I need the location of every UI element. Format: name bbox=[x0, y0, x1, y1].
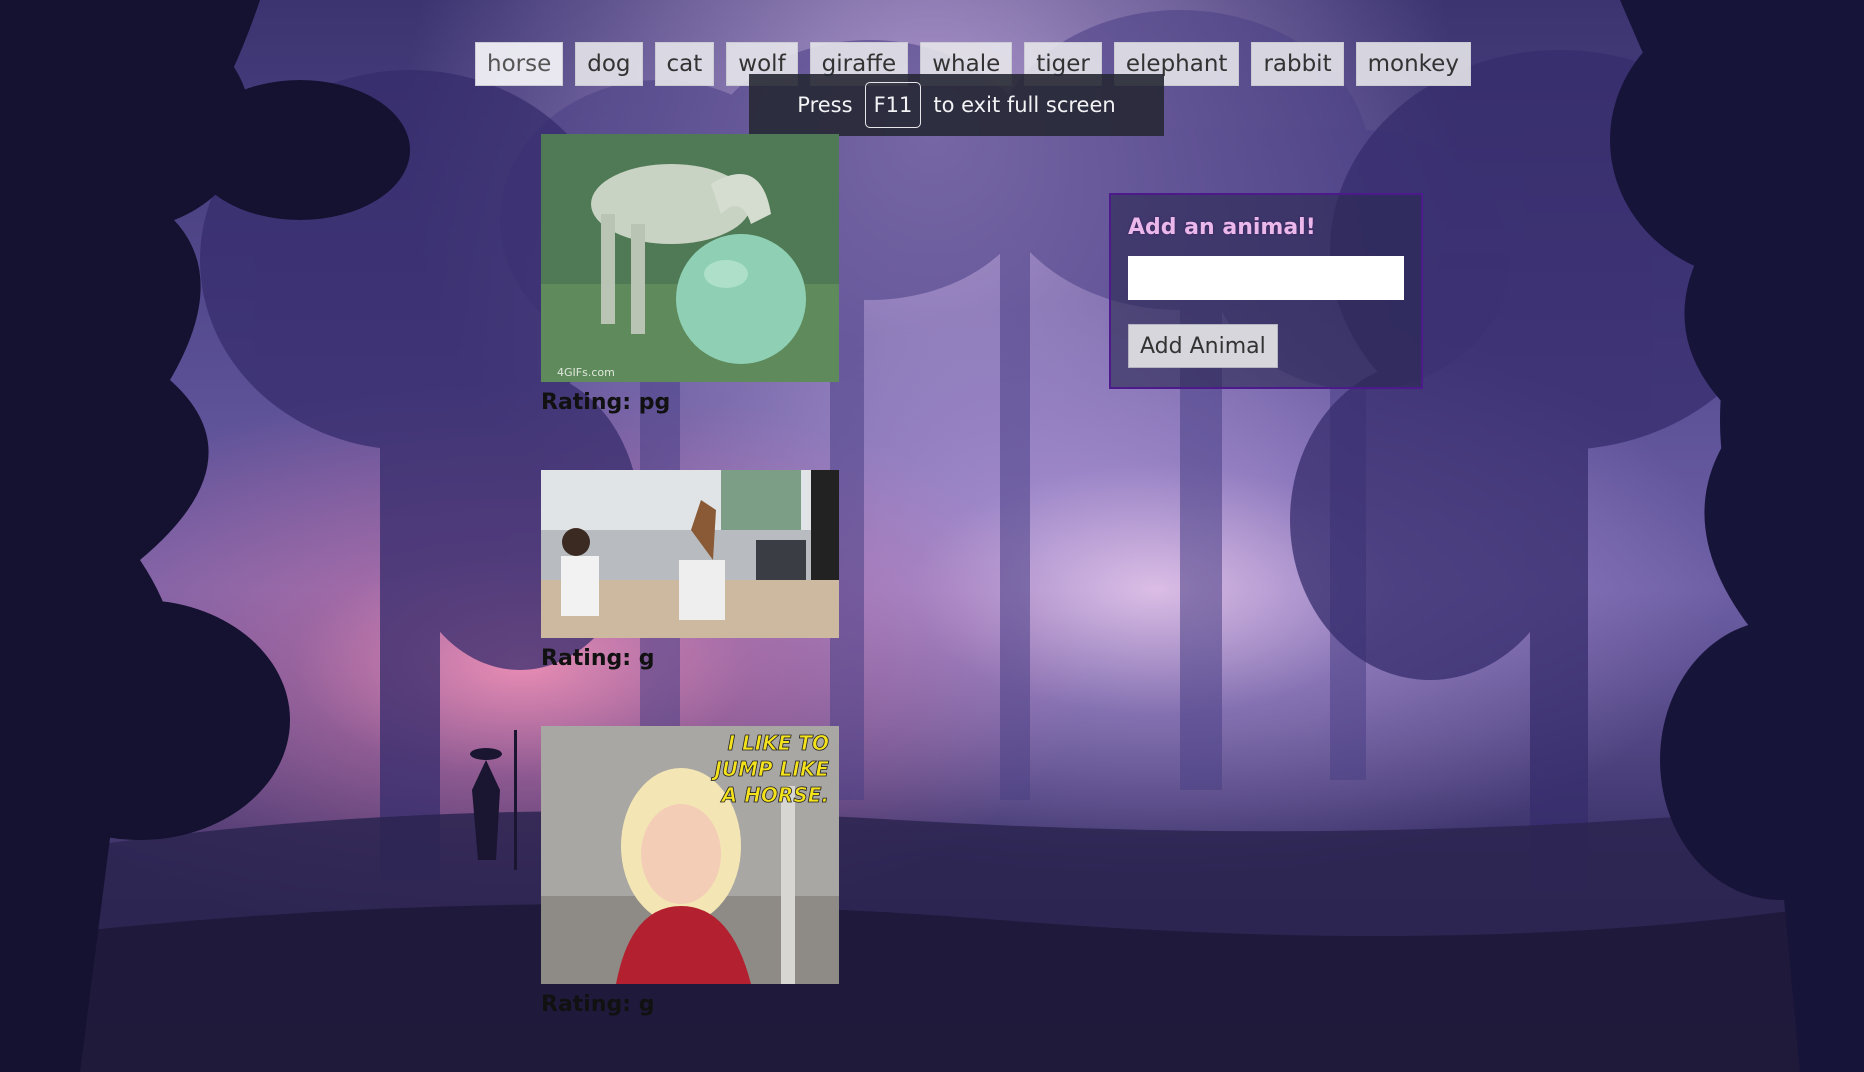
add-animal-form: Add an animal! Add Animal bbox=[1109, 193, 1423, 389]
gif-watermark: 4GIFs.com bbox=[557, 366, 615, 379]
animal-button-monkey[interactable]: monkey bbox=[1355, 42, 1471, 86]
animal-button-cat[interactable]: cat bbox=[654, 42, 715, 86]
horse-ball-gif[interactable]: 4GIFs.com bbox=[541, 134, 839, 382]
add-animal-title: Add an animal! bbox=[1128, 215, 1316, 240]
jump-like-horse-gif[interactable]: I LIKE TO JUMP LIKE A HORSE. bbox=[541, 726, 839, 984]
f11-key: F11 bbox=[864, 82, 922, 128]
animal-button-rabbit[interactable]: rabbit bbox=[1251, 42, 1344, 86]
office-horse-gif[interactable] bbox=[541, 470, 839, 638]
gif-item: Rating: g bbox=[541, 470, 839, 671]
gif-caption-line: JUMP LIKE bbox=[710, 757, 829, 781]
fullscreen-notice-before: Press bbox=[797, 93, 853, 117]
gif-rating: Rating: g bbox=[541, 646, 655, 671]
gif-rating: Rating: pg bbox=[541, 390, 671, 415]
gif-caption-line: A HORSE. bbox=[720, 783, 829, 807]
forest-background bbox=[0, 0, 1864, 1072]
animal-button-horse[interactable]: horse bbox=[475, 42, 564, 86]
fullscreen-notice-after: to exit full screen bbox=[933, 93, 1116, 117]
gif-rating: Rating: g bbox=[541, 992, 655, 1017]
add-animal-button[interactable]: Add Animal bbox=[1128, 324, 1278, 368]
animal-button-dog[interactable]: dog bbox=[575, 42, 643, 86]
gif-item: I LIKE TO JUMP LIKE A HORSE. Rating: g bbox=[541, 726, 839, 1017]
gif-caption-line: I LIKE TO bbox=[728, 731, 829, 755]
fullscreen-notice: Press F11 to exit full screen bbox=[749, 74, 1164, 136]
animal-input[interactable] bbox=[1128, 256, 1404, 300]
gif-item: 4GIFs.com Rating: pg bbox=[541, 134, 839, 415]
